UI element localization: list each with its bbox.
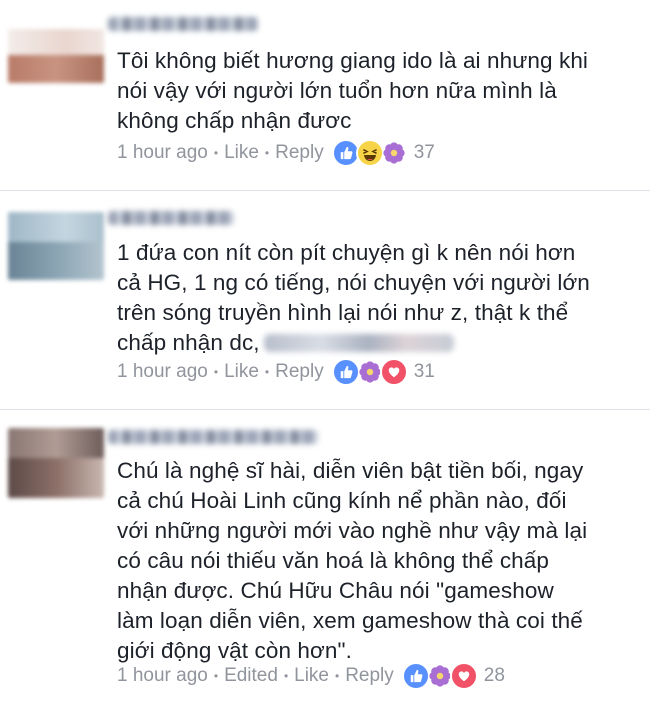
like-link[interactable]: Like	[294, 665, 329, 687]
timestamp[interactable]: 1 hour ago	[117, 361, 208, 383]
thankful-flower-icon	[380, 139, 408, 167]
reactions-summary[interactable]	[401, 662, 478, 690]
separator-dot: •	[335, 669, 340, 683]
love-icon	[379, 358, 408, 386]
avatar[interactable]	[8, 212, 104, 280]
separator-dot: •	[283, 669, 289, 683]
love-icon	[449, 662, 478, 690]
reactions-summary[interactable]	[331, 139, 408, 167]
separator-dot: •	[213, 669, 219, 683]
reply-link[interactable]: Reply	[275, 142, 324, 164]
comment-meta: 1 hour ago • Like • Reply 31	[117, 358, 435, 386]
comment-meta: 1 hour ago • Edited • Like • Reply 28	[117, 662, 505, 690]
divider	[0, 409, 650, 410]
commenter-name-blurred[interactable]	[108, 211, 234, 225]
separator-dot: •	[264, 365, 270, 379]
divider	[0, 190, 650, 191]
reaction-count[interactable]: 31	[414, 361, 435, 383]
commenter-name-blurred[interactable]	[108, 430, 318, 444]
commenter-name-blurred[interactable]	[108, 17, 258, 31]
like-link[interactable]: Like	[224, 361, 259, 383]
reactions-summary[interactable]	[331, 358, 408, 386]
reply-link[interactable]: Reply	[275, 361, 324, 383]
separator-dot: •	[264, 146, 270, 160]
edited-label[interactable]: Edited	[224, 665, 278, 687]
like-link[interactable]: Like	[224, 142, 259, 164]
reaction-count[interactable]: 28	[484, 665, 505, 687]
comment-text: Chú là nghệ sĩ hài, diễn viên bật tiền b…	[117, 458, 588, 663]
timestamp[interactable]: 1 hour ago	[117, 142, 208, 164]
comment-text: Tôi không biết hương giang ido là ai như…	[117, 48, 589, 133]
comment-text: 1 đứa con nít còn pít chuyện gì k nên nó…	[117, 238, 642, 358]
reaction-count[interactable]: 37	[414, 142, 435, 164]
avatar[interactable]	[8, 29, 104, 83]
separator-dot: •	[213, 146, 219, 160]
timestamp[interactable]: 1 hour ago	[117, 665, 208, 687]
comment-meta: 1 hour ago • Like • Reply 37	[117, 139, 435, 167]
separator-dot: •	[213, 365, 219, 379]
avatar[interactable]	[8, 428, 104, 498]
reply-link[interactable]: Reply	[345, 665, 394, 687]
redacted-mention	[263, 334, 454, 352]
